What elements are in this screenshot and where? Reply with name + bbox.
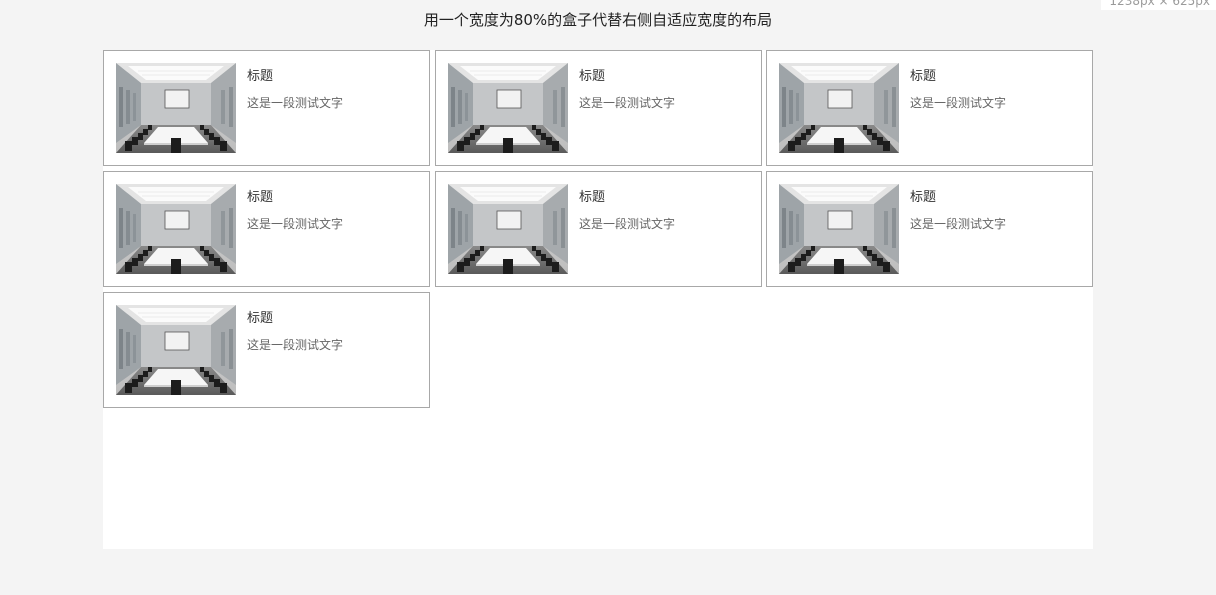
conference-room-image — [779, 63, 899, 153]
conference-room-image — [779, 184, 899, 274]
card[interactable]: 标题 这是一段测试文字 — [103, 292, 430, 408]
card-text: 这是一段测试文字 — [910, 96, 1007, 110]
card-text: 这是一段测试文字 — [247, 217, 344, 231]
conference-room-image — [448, 63, 568, 153]
page-title: 用一个宽度为80%的盒子代替右侧自适应宽度的布局 — [423, 11, 773, 29]
conference-room-image — [116, 184, 236, 274]
card[interactable]: 标题 这是一段测试文字 — [766, 171, 1093, 287]
card-text: 这是一段测试文字 — [247, 96, 344, 110]
card[interactable]: 标题 这是一段测试文字 — [435, 171, 762, 287]
card-title: 标题 — [910, 190, 937, 205]
conference-room-image — [116, 305, 236, 395]
card-text: 这是一段测试文字 — [247, 338, 344, 352]
card[interactable]: 标题 这是一段测试文字 — [435, 50, 762, 166]
card-title: 标题 — [247, 311, 274, 326]
card-text: 这是一段测试文字 — [579, 96, 676, 110]
card-text: 这是一段测试文字 — [910, 217, 1007, 231]
card[interactable]: 标题 这是一段测试文字 — [103, 171, 430, 287]
card-title: 标题 — [910, 69, 937, 84]
card-container: 标题 这是一段测试文字 标题 这是一段测试文字 标题 这是一段测试文字 标题 这… — [103, 50, 1093, 549]
card[interactable]: 标题 这是一段测试文字 — [103, 50, 430, 166]
card-title: 标题 — [247, 190, 274, 205]
card-title: 标题 — [579, 190, 606, 205]
dimension-badge: 1238px × 625px — [1101, 0, 1216, 10]
card-title: 标题 — [247, 69, 274, 84]
card-text: 这是一段测试文字 — [579, 217, 676, 231]
conference-room-image — [448, 184, 568, 274]
conference-room-image — [116, 63, 236, 153]
card-title: 标题 — [579, 69, 606, 84]
card[interactable]: 标题 这是一段测试文字 — [766, 50, 1093, 166]
